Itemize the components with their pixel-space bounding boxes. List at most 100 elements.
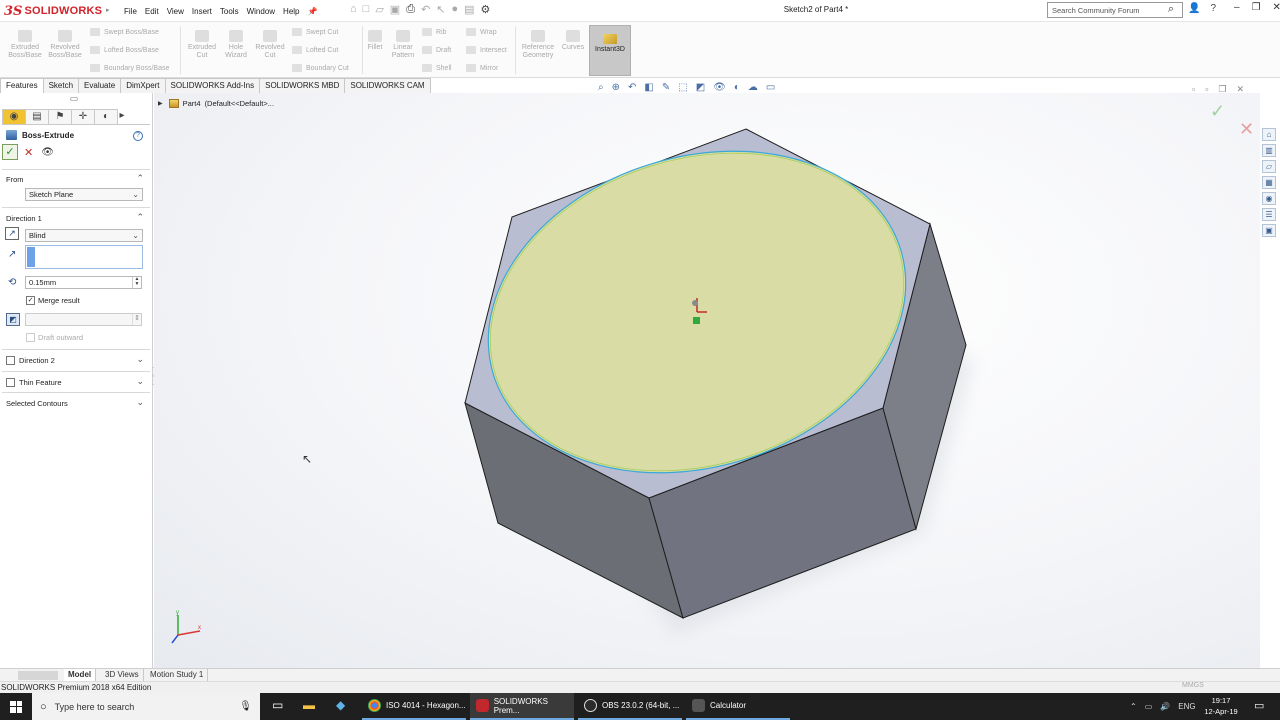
- app-pinned-icon[interactable]: ◆: [336, 698, 345, 712]
- show-hidden-icons-icon[interactable]: ⌃: [1130, 702, 1137, 711]
- boundary-cut-button[interactable]: Boundary Cut: [292, 64, 349, 72]
- search-icon[interactable]: ⌕: [1168, 3, 1174, 16]
- ok-button[interactable]: ✓: [2, 144, 18, 160]
- solidworks-resources-icon[interactable]: ⌂: [1262, 128, 1276, 141]
- menu-window[interactable]: Window: [247, 7, 275, 16]
- thin-feature-section-header[interactable]: Thin Feature ⌄: [0, 375, 150, 389]
- detailed-preview-eye-icon[interactable]: 👁: [41, 147, 54, 158]
- save-icon[interactable]: ▣: [390, 3, 400, 16]
- design-library-icon[interactable]: ▥: [1262, 144, 1276, 157]
- configuration-manager-tab-icon[interactable]: ⚑: [48, 109, 72, 125]
- tab-sketch[interactable]: Sketch: [42, 78, 80, 93]
- menu-view[interactable]: View: [167, 7, 184, 16]
- menu-edit[interactable]: Edit: [145, 7, 159, 16]
- file-properties-icon[interactable]: ▤: [464, 3, 474, 16]
- reference-geometry-button[interactable]: Reference Geometry: [518, 30, 558, 60]
- menu-tools[interactable]: Tools: [220, 7, 239, 16]
- help-icon[interactable]: ?: [133, 131, 143, 141]
- dynamic-annotation-icon[interactable]: ✎: [662, 82, 670, 93]
- new-document-icon[interactable]: □: [363, 3, 370, 16]
- menu-insert[interactable]: Insert: [192, 7, 212, 16]
- print-icon[interactable]: ⎙: [406, 3, 415, 16]
- edit-appearance-icon[interactable]: ◐: [734, 82, 740, 93]
- zoom-area-icon[interactable]: ⊕: [612, 82, 620, 93]
- swept-cut-button[interactable]: Swept Cut: [292, 28, 338, 36]
- display-manager-tab-icon[interactable]: ◐: [94, 109, 118, 125]
- panel-splitter[interactable]: [70, 97, 78, 101]
- expand-arrow-icon[interactable]: ▶: [158, 100, 163, 107]
- previous-view-icon[interactable]: ↶: [628, 82, 636, 93]
- section-view-icon[interactable]: ◧: [644, 82, 653, 93]
- undo-icon[interactable]: ↶: [421, 3, 430, 16]
- tab-3d-views[interactable]: 3D Views: [101, 669, 144, 681]
- hide-show-icon[interactable]: 👁: [713, 82, 726, 93]
- view-palette-icon[interactable]: ▦: [1262, 176, 1276, 189]
- menu-file[interactable]: File: [124, 7, 137, 16]
- open-icon[interactable]: ▱: [375, 3, 383, 16]
- taskbar-app-solidworks[interactable]: SOLIDWORKS Prem...: [470, 693, 574, 720]
- dimxpert-manager-tab-icon[interactable]: ✛: [71, 109, 95, 125]
- tab-addins[interactable]: SOLIDWORKS Add-Ins: [164, 78, 261, 93]
- taskbar-search-input[interactable]: ○ Type here to search 🎙: [32, 693, 260, 720]
- tab-mbd[interactable]: SOLIDWORKS MBD: [259, 78, 346, 93]
- fillet-button[interactable]: Fillet: [360, 30, 390, 52]
- start-button[interactable]: [0, 693, 32, 720]
- select-icon[interactable]: ↖: [436, 3, 445, 16]
- minimize-icon[interactable]: –: [1234, 2, 1240, 13]
- depth-spinner-icon[interactable]: ▲ ▼: [132, 277, 141, 288]
- zoom-to-fit-icon[interactable]: ⌕: [598, 82, 604, 93]
- boundary-boss-button[interactable]: Boundary Boss/Base: [90, 64, 169, 72]
- search-community-input[interactable]: Search Community Forum ⌕: [1047, 2, 1183, 18]
- from-section-header[interactable]: From ⌃: [0, 172, 150, 186]
- notifications-icon[interactable]: ▭: [1254, 699, 1264, 712]
- help-icon[interactable]: ?: [1210, 3, 1216, 14]
- instant3d-button[interactable]: Instant3D: [589, 25, 631, 76]
- hole-wizard-button[interactable]: Hole Wizard: [217, 30, 255, 60]
- display-style-icon[interactable]: ◩: [696, 82, 705, 93]
- unit-system[interactable]: MMGS: [1182, 682, 1204, 689]
- direction1-section-header[interactable]: Direction 1 ⌃: [0, 211, 150, 225]
- user-icon[interactable]: 👤: [1188, 3, 1200, 14]
- pin-menu-icon[interactable]: 📌: [308, 7, 318, 16]
- taskbar-app-obs[interactable]: OBS 23.0.2 (64-bit, ...: [578, 693, 682, 720]
- restore-icon[interactable]: ❐: [1252, 2, 1261, 13]
- lofted-cut-button[interactable]: Lofted Cut: [292, 46, 338, 54]
- mirror-button[interactable]: Mirror: [466, 64, 498, 72]
- direction2-section-header[interactable]: Direction 2 ⌄: [0, 353, 150, 367]
- solidworks-logo[interactable]: 3S SOLIDWORKS: [4, 1, 104, 21]
- tabs-more-icon[interactable]: ▸: [117, 109, 127, 125]
- extruded-boss-button[interactable]: Extruded Boss/Base: [6, 30, 44, 60]
- forum-icon[interactable]: ▣: [1262, 224, 1276, 237]
- clock[interactable]: 19:17 12-Apr-19: [1200, 695, 1242, 717]
- selected-contours-section-header[interactable]: Selected Contours ⌄: [0, 396, 150, 410]
- tab-scrollbar[interactable]: [18, 671, 58, 680]
- tab-dimxpert[interactable]: DimXpert: [120, 78, 166, 93]
- revolved-boss-button[interactable]: Revolved Boss/Base: [46, 30, 84, 60]
- lofted-boss-button[interactable]: Lofted Boss/Base: [90, 46, 159, 54]
- draft-button[interactable]: Draft: [422, 46, 451, 54]
- tab-cam[interactable]: SOLIDWORKS CAM: [344, 78, 431, 93]
- rebuild-icon[interactable]: ●: [451, 3, 458, 16]
- revolved-cut-button[interactable]: Revolved Cut: [251, 30, 289, 60]
- close-icon[interactable]: ✕: [1273, 2, 1280, 13]
- apply-scene-icon[interactable]: ☁: [748, 82, 758, 93]
- tab-features[interactable]: Features: [0, 78, 44, 93]
- microphone-icon[interactable]: 🎙: [239, 701, 252, 712]
- cancel-button[interactable]: ✕: [24, 146, 33, 159]
- curves-button[interactable]: Curves: [559, 30, 587, 52]
- logo-menu-arrow-icon[interactable]: ▸: [106, 6, 110, 14]
- reverse-direction-icon[interactable]: ↗: [5, 227, 19, 240]
- depth-input[interactable]: 0.15mm ▲ ▼: [25, 276, 142, 289]
- rib-button[interactable]: Rib: [422, 28, 447, 36]
- network-icon[interactable]: ▭: [1145, 702, 1153, 711]
- feature-manager-tab-icon[interactable]: ◉: [2, 109, 26, 125]
- direction2-toggle[interactable]: Direction 2: [6, 356, 55, 365]
- taskbar-app-calculator[interactable]: Calculator: [686, 693, 790, 720]
- draft-on-off-icon[interactable]: ◩: [6, 313, 20, 326]
- swept-boss-button[interactable]: Swept Boss/Base: [90, 28, 159, 36]
- custom-properties-icon[interactable]: ☰: [1262, 208, 1276, 221]
- file-explorer-icon[interactable]: ▬: [303, 698, 315, 712]
- appearances-icon[interactable]: ◉: [1262, 192, 1276, 205]
- menu-help[interactable]: Help: [283, 7, 299, 16]
- tab-model[interactable]: Model: [64, 669, 97, 681]
